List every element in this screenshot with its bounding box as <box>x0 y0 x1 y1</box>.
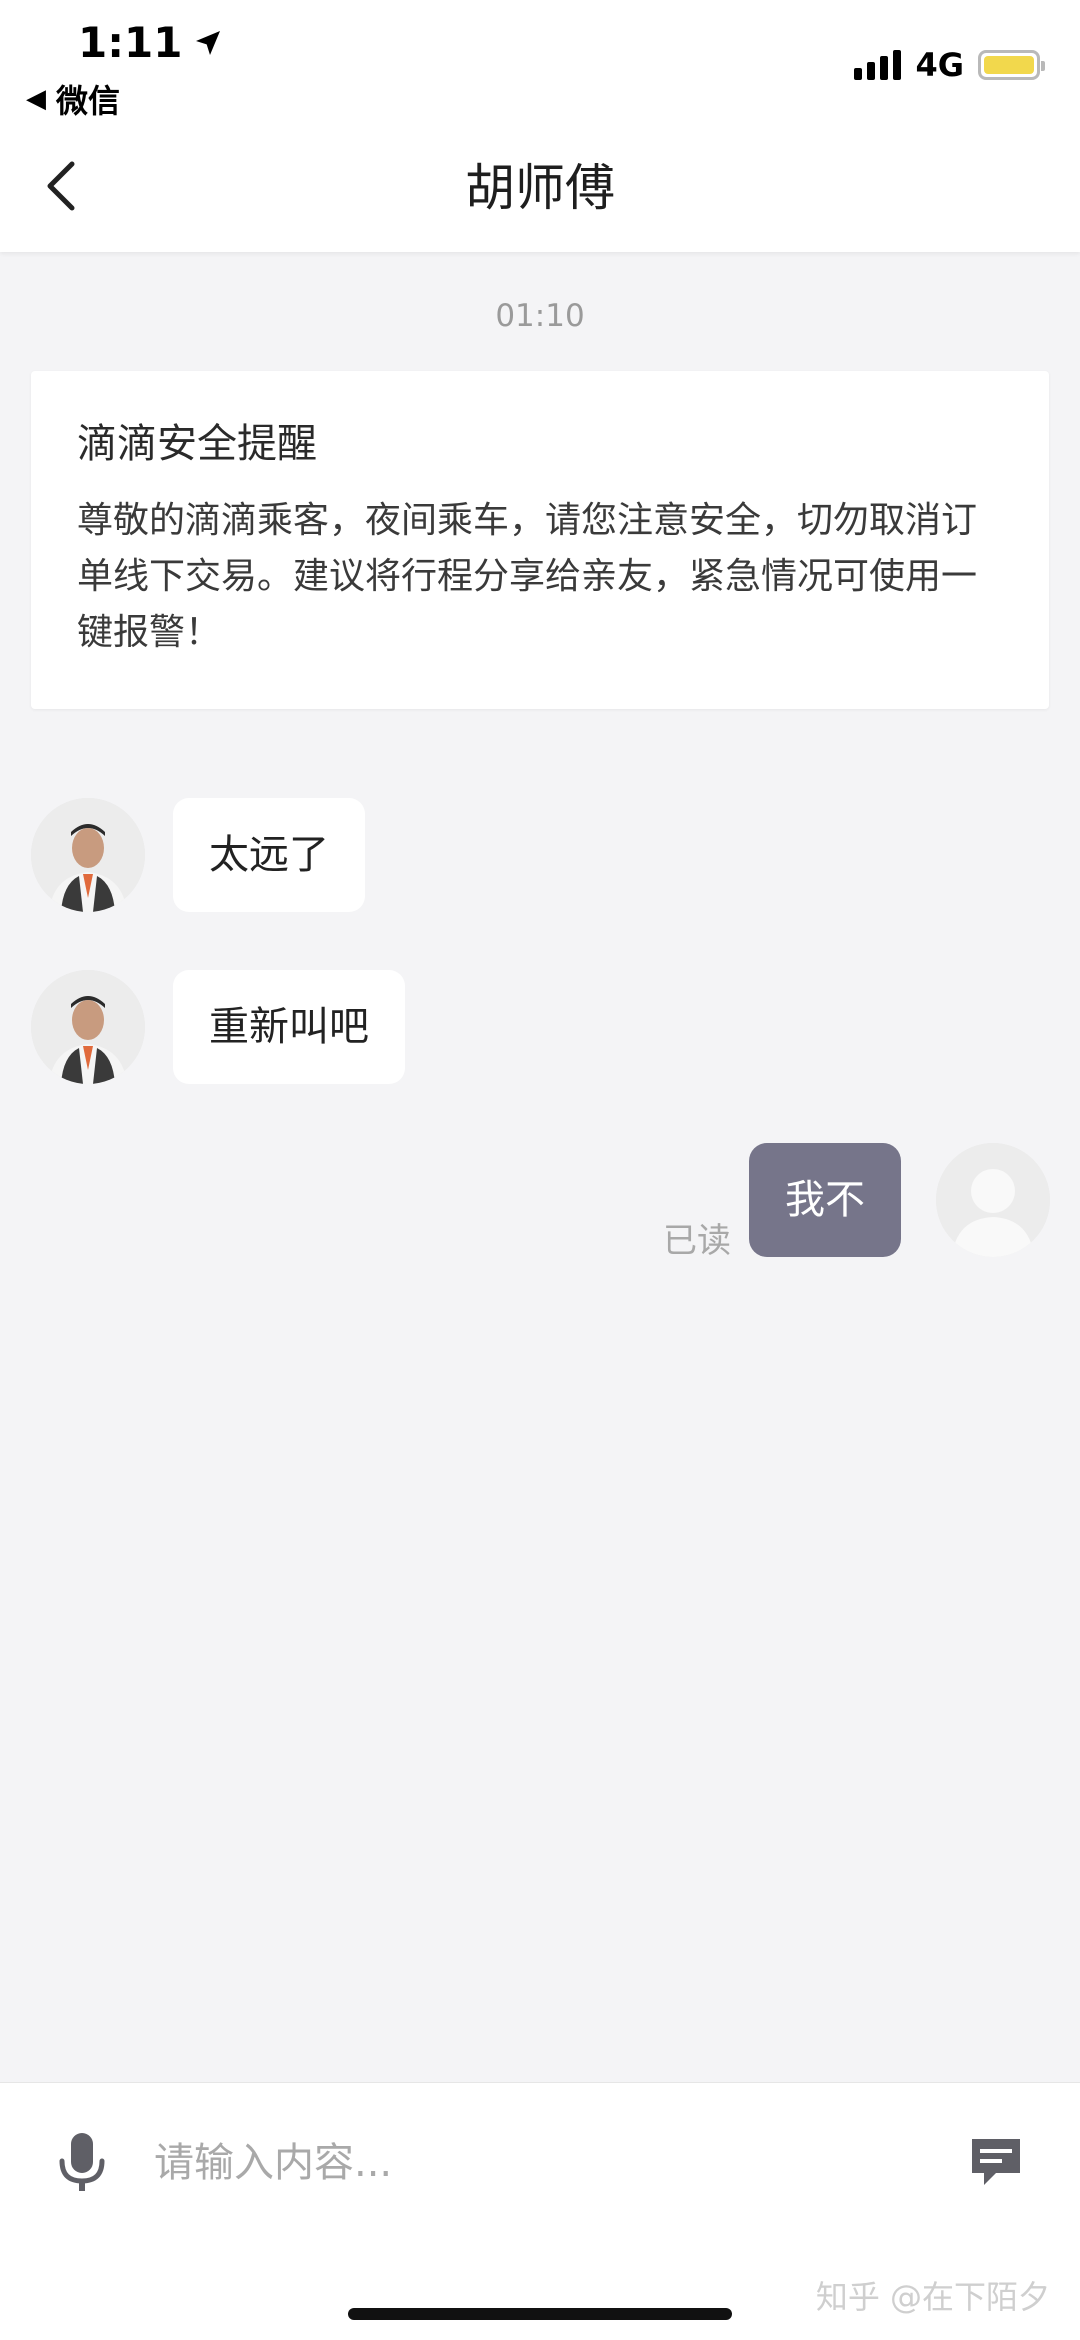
driver-avatar[interactable] <box>31 798 145 912</box>
self-avatar[interactable] <box>936 1143 1050 1257</box>
notice-body: 尊敬的滴滴乘客，夜间乘车，请您注意安全，切勿取消订单线下交易。建议将行程分享给亲… <box>77 500 978 653</box>
cellular-signal-icon <box>854 50 902 80</box>
battery-icon <box>978 50 1045 80</box>
person-avatar-icon <box>31 970 145 1084</box>
default-user-avatar-icon <box>936 1143 1050 1257</box>
status-time-text: 1:11 <box>78 18 183 67</box>
network-type: 4G <box>915 46 964 84</box>
home-indicator[interactable] <box>348 2308 732 2320</box>
status-time: 1:11 <box>78 18 224 67</box>
incoming-message-bubble[interactable]: 太远了 <box>173 798 365 912</box>
top-bar: 1:11 ◀ 微信 4G 胡师傅 <box>0 0 1080 252</box>
location-arrow-icon <box>196 30 221 55</box>
outgoing-message-bubble[interactable]: 我不 <box>749 1143 901 1257</box>
safety-notice-card: 滴滴安全提醒 尊敬的滴滴乘客，夜间乘车，请您注意安全，切勿取消订单线下交易。建议… <box>31 371 1049 709</box>
chat-timestamp: 01:10 <box>495 298 585 334</box>
page-title: 胡师傅 <box>465 159 615 217</box>
notice-title: 滴滴安全提醒 <box>77 421 317 467</box>
bottom-area: 知乎 @在下陌夕 <box>0 2240 1080 2340</box>
status-indicators: 4G <box>854 46 1045 84</box>
back-to-app-link[interactable]: ◀ 微信 <box>26 76 120 122</box>
person-avatar-icon <box>31 798 145 912</box>
quick-reply-icon[interactable] <box>966 2133 1026 2193</box>
read-receipt: 已读 <box>663 1221 731 1261</box>
watermark: 知乎 @在下陌夕 <box>815 2278 1050 2316</box>
message-row-incoming: 重新叫吧 <box>31 970 405 1084</box>
microphone-icon[interactable] <box>54 2131 110 2195</box>
driver-avatar[interactable] <box>31 970 145 1084</box>
back-triangle-icon: ◀ <box>26 84 46 114</box>
incoming-message-bubble[interactable]: 重新叫吧 <box>173 970 405 1084</box>
back-app-label: 微信 <box>56 82 121 120</box>
message-input[interactable]: 请输入内容... <box>154 2131 934 2195</box>
message-row-incoming: 太远了 <box>31 798 365 912</box>
message-input-bar: 请输入内容... <box>0 2082 1080 2241</box>
